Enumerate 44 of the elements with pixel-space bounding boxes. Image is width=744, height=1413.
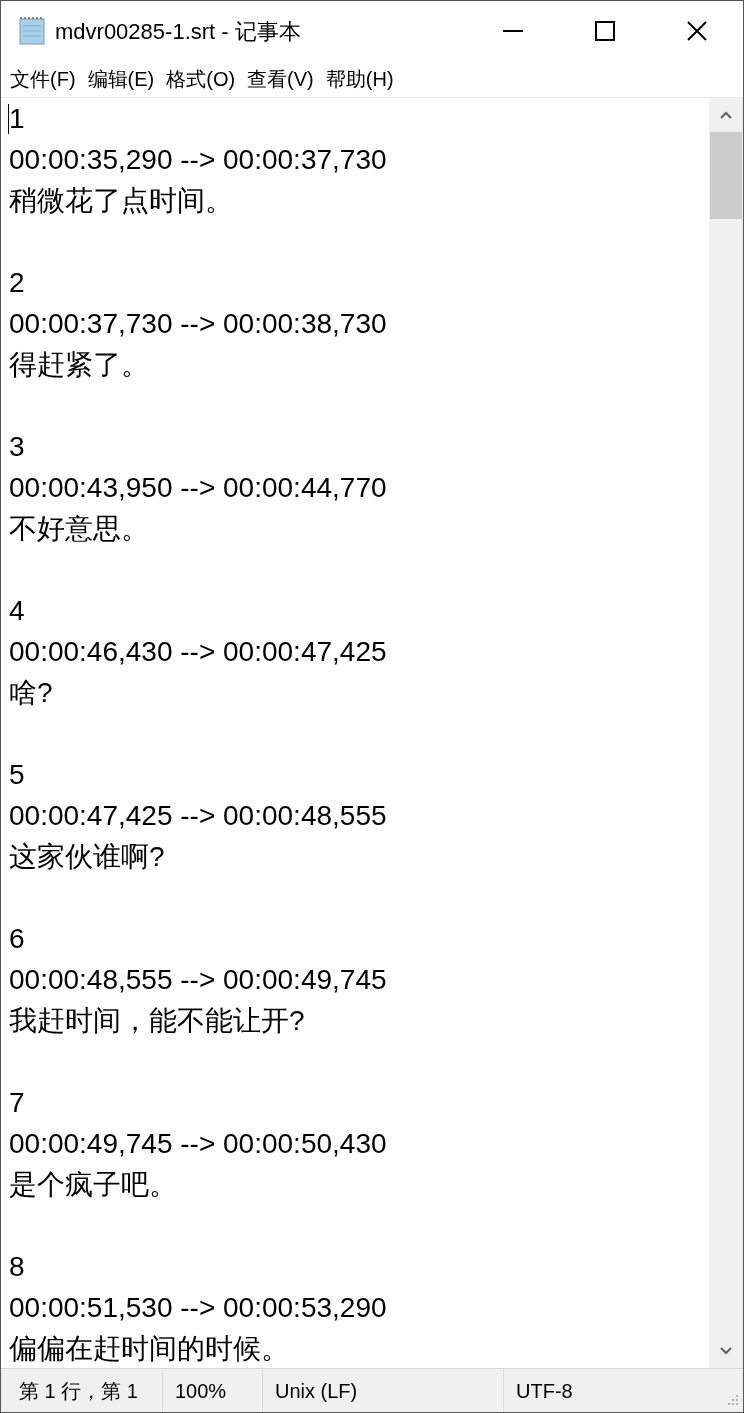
window-title: mdvr00285-1.srt - 记事本 (55, 17, 301, 46)
subtitle-index: 6 (9, 922, 25, 956)
subtitle-timestamp: 00:00:35,290 --> 00:00:37,730 (9, 143, 387, 177)
scrollbar[interactable] (709, 98, 743, 1368)
subtitle-index: 4 (9, 594, 25, 628)
menu-item[interactable]: 帮助(H) (319, 63, 400, 95)
subtitle-text: 是个疯子吧。 (9, 1168, 177, 1202)
subtitle-timestamp: 00:00:46,430 --> 00:00:47,425 (9, 635, 387, 669)
subtitle-timestamp: 00:00:47,425 --> 00:00:48,555 (9, 799, 387, 833)
subtitle-timestamp: 00:00:37,730 --> 00:00:38,730 (9, 307, 387, 341)
subtitle-text: 这家伙谁啊? (9, 840, 165, 874)
subtitle-text: 得赶紧了。 (9, 348, 149, 382)
menu-item[interactable]: 查看(V) (241, 63, 320, 95)
subtitle-index: 2 (9, 266, 25, 300)
subtitle-text: 稍微花了点时间。 (9, 184, 233, 218)
line-ending: Unix (LF) (263, 1369, 504, 1412)
caret-up-icon (720, 111, 732, 119)
minimize-icon (503, 30, 523, 32)
subtitle-index: 7 (9, 1086, 25, 1120)
scroll-thumb[interactable] (710, 132, 742, 219)
subtitle-timestamp: 00:00:48,555 --> 00:00:49,745 (9, 963, 387, 997)
subtitle-text: 不好意思。 (9, 512, 149, 546)
cursor-position: 第 1 行，第 1 (1, 1369, 163, 1412)
subtitle-text: 偏偏在赶时间的时候。 (9, 1332, 289, 1366)
subtitle-timestamp: 00:00:43,950 --> 00:00:44,770 (9, 471, 387, 505)
close-icon (687, 21, 707, 41)
subtitle-index: 8 (9, 1250, 25, 1284)
subtitle-index: 5 (9, 758, 25, 792)
maximize-icon (595, 21, 615, 41)
resize-grip-icon (725, 1394, 739, 1408)
subtitle-text: 啥? (9, 676, 53, 710)
subtitle-index: 3 (9, 430, 25, 464)
zoom-level: 100% (163, 1369, 263, 1412)
menu-item[interactable]: 文件(F) (4, 63, 82, 95)
text-cursor (8, 104, 9, 134)
subtitle-timestamp: 00:00:49,745 --> 00:00:50,430 (9, 1127, 387, 1161)
notepad-icon (17, 16, 47, 46)
subtitle-timestamp: 00:00:51,530 --> 00:00:53,290 (9, 1291, 387, 1325)
menu-item[interactable]: 编辑(E) (81, 63, 161, 95)
subtitle-index: 1 (9, 102, 25, 136)
subtitle-text: 我赶时间，能不能让开? (9, 1004, 305, 1038)
caret-down-icon (720, 1347, 732, 1355)
encoding: UTF-8 (515, 1378, 574, 1404)
menu-item[interactable]: 格式(O) (160, 63, 242, 95)
